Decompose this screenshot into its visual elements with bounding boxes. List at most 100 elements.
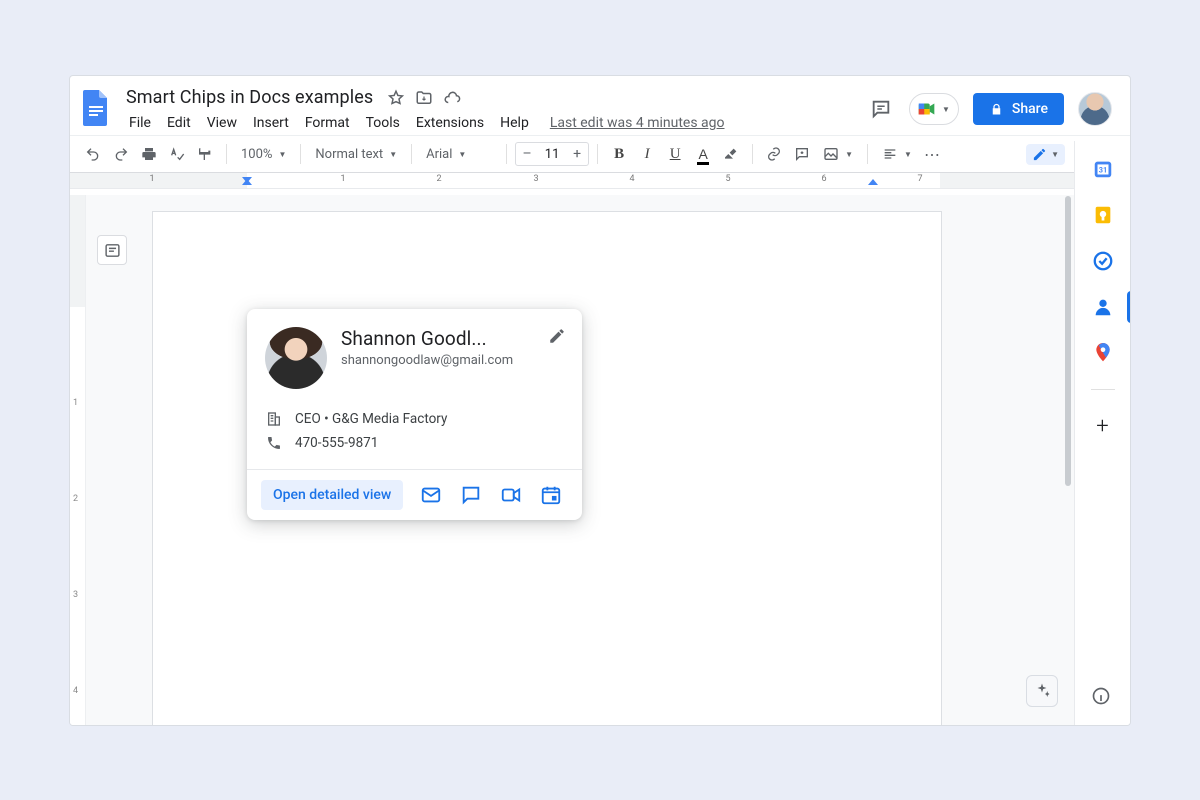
bold-button[interactable]: B — [606, 141, 632, 167]
lock-icon — [989, 102, 1004, 117]
docs-logo-icon[interactable] — [78, 84, 114, 132]
right-indent-marker[interactable] — [868, 179, 878, 185]
separator — [867, 144, 868, 164]
chevron-down-icon: ▼ — [389, 150, 397, 159]
ruler-number: 5 — [725, 174, 730, 184]
cloud-status-icon[interactable] — [443, 89, 461, 107]
move-folder-icon[interactable] — [415, 89, 433, 107]
more-tools-button[interactable]: ⋯ — [920, 141, 946, 167]
ruler-number: 1 — [340, 174, 345, 184]
highlight-button[interactable] — [718, 141, 744, 167]
app-window: Smart Chips in Docs examples File Edit V… — [69, 75, 1131, 726]
menu-bar: File Edit View Insert Format Tools Exten… — [122, 111, 725, 135]
chevron-down-icon: ▼ — [458, 150, 466, 159]
menu-tools[interactable]: Tools — [359, 111, 407, 135]
side-panel-info-button[interactable] — [1090, 685, 1112, 707]
explore-button[interactable] — [1026, 675, 1058, 707]
separator — [752, 144, 753, 164]
separator — [1091, 389, 1115, 390]
maps-app-button[interactable] — [1091, 341, 1115, 365]
tasks-app-button[interactable] — [1091, 249, 1115, 273]
print-button[interactable] — [136, 141, 162, 167]
keep-icon — [1092, 204, 1114, 226]
person-phone-row: 470-555-9871 — [265, 431, 564, 455]
redo-button[interactable] — [108, 141, 134, 167]
title-block: Smart Chips in Docs examples File Edit V… — [122, 84, 725, 135]
send-message-button[interactable] — [459, 483, 483, 507]
horizontal-ruler[interactable]: 1 1 2 3 4 5 6 7 — [70, 173, 1130, 189]
start-video-call-button[interactable] — [499, 483, 523, 507]
menu-view[interactable]: View — [200, 111, 244, 135]
text-color-button[interactable]: A — [690, 141, 716, 167]
contacts-app-button[interactable] — [1091, 295, 1115, 319]
header-right: ▼ Share — [867, 84, 1118, 126]
separator — [411, 144, 412, 164]
share-button[interactable]: Share — [973, 93, 1064, 125]
video-icon — [500, 484, 522, 506]
keep-app-button[interactable] — [1091, 203, 1115, 227]
undo-button[interactable] — [80, 141, 106, 167]
font-size-stepper: – 11 + — [515, 142, 589, 166]
document-title[interactable]: Smart Chips in Docs examples — [122, 86, 377, 109]
vertical-ruler[interactable]: 1 2 3 4 — [70, 195, 86, 725]
font-size-value[interactable]: 11 — [538, 147, 566, 162]
svg-text:31: 31 — [1098, 166, 1106, 175]
ruler-number: 4 — [629, 174, 634, 184]
paint-format-button[interactable] — [192, 141, 218, 167]
document-outline-button[interactable] — [97, 235, 127, 265]
chevron-down-icon: ▼ — [942, 105, 950, 114]
last-edit-link[interactable]: Last edit was 4 minutes ago — [550, 111, 725, 135]
menu-insert[interactable]: Insert — [246, 111, 296, 135]
menu-extensions[interactable]: Extensions — [409, 111, 491, 135]
chat-icon — [460, 484, 482, 506]
insert-image-button[interactable]: ▼ — [817, 141, 859, 167]
font-size-increase[interactable]: + — [566, 146, 588, 162]
add-comment-button[interactable] — [789, 141, 815, 167]
calendar-app-button[interactable]: 31 — [1091, 157, 1115, 181]
toolbar: 100%▼ Normal text▼ Arial▼ – 11 + B I U A… — [70, 135, 1130, 173]
person-card-popover: Shannon Goodl... shannongoodlaw@gmail.co… — [247, 309, 582, 520]
ruler-number: 6 — [821, 174, 826, 184]
align-button[interactable]: ▼ — [876, 141, 918, 167]
get-addons-button[interactable]: + — [1091, 414, 1115, 438]
person-icon — [1092, 296, 1114, 318]
menu-help[interactable]: Help — [493, 111, 536, 135]
account-avatar[interactable] — [1078, 92, 1112, 126]
insert-link-button[interactable] — [761, 141, 787, 167]
editing-mode-button[interactable]: ▼ — [1026, 144, 1065, 165]
scrollbar-thumb[interactable] — [1065, 196, 1071, 486]
separator — [506, 144, 507, 164]
left-indent-marker[interactable] — [242, 179, 252, 185]
person-phone: 470-555-9871 — [295, 435, 378, 451]
menu-edit[interactable]: Edit — [160, 111, 198, 135]
edit-contact-button[interactable] — [548, 327, 566, 345]
underline-button[interactable]: U — [662, 141, 688, 167]
side-panel: 31 + — [1074, 141, 1130, 725]
italic-button[interactable]: I — [634, 141, 660, 167]
menu-file[interactable]: File — [122, 111, 158, 135]
font-select[interactable]: Arial▼ — [420, 141, 498, 167]
share-label: Share — [1012, 101, 1048, 117]
schedule-event-button[interactable] — [539, 483, 563, 507]
person-role: CEO • G&G Media Factory — [295, 411, 447, 427]
separator — [300, 144, 301, 164]
spellcheck-button[interactable] — [164, 141, 190, 167]
star-icon[interactable] — [387, 89, 405, 107]
comment-history-icon[interactable] — [867, 95, 895, 123]
menu-format[interactable]: Format — [298, 111, 357, 135]
maps-pin-icon — [1093, 341, 1113, 365]
calendar-icon: 31 — [1092, 158, 1114, 180]
info-icon — [1091, 686, 1111, 706]
scrollbar[interactable] — [1063, 196, 1073, 496]
tasks-icon — [1092, 250, 1114, 272]
mail-icon — [420, 484, 442, 506]
font-size-decrease[interactable]: – — [516, 146, 538, 162]
zoom-select[interactable]: 100%▼ — [235, 141, 292, 167]
separator — [226, 144, 227, 164]
meet-button[interactable]: ▼ — [909, 93, 959, 125]
send-email-button[interactable] — [419, 483, 443, 507]
open-detailed-view-button[interactable]: Open detailed view — [261, 480, 403, 510]
paragraph-style-select[interactable]: Normal text▼ — [309, 141, 403, 167]
chevron-down-icon: ▼ — [845, 150, 853, 159]
chevron-down-icon: ▼ — [278, 150, 286, 159]
